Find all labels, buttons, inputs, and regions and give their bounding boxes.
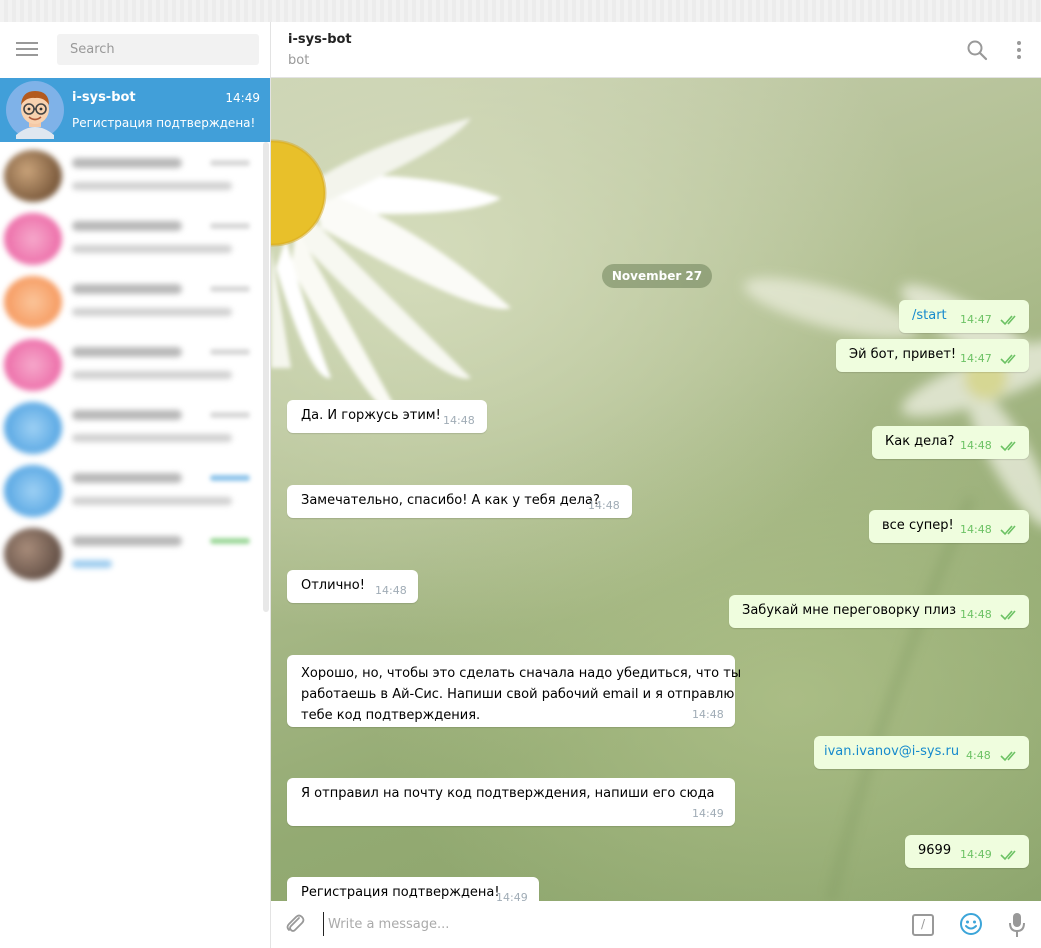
hamburger-menu-icon[interactable] [16, 39, 38, 59]
blurred-chat-item[interactable] [0, 333, 262, 397]
window-top-strip [0, 0, 1041, 22]
message-line: Хорошо, но, чтобы это сделать сначала на… [301, 666, 742, 681]
blurred-chat-item[interactable] [0, 144, 262, 208]
search-icon[interactable] [966, 39, 988, 61]
message-text: все супер! [882, 518, 954, 533]
email-link[interactable]: ivan.ivanov@i-sys.ru [824, 744, 959, 759]
message-outgoing[interactable]: все супер! 14:48 [869, 510, 1029, 543]
message-time: 14:48 [375, 584, 407, 597]
chat-subtitle: bot [288, 53, 310, 68]
message-text: Я отправил на почту код подтверждения, н… [301, 786, 715, 801]
chat-item-preview: Регистрация подтверждена! [72, 116, 256, 130]
blurred-chat-item[interactable] [0, 207, 262, 271]
date-separator: November 27 [602, 264, 712, 288]
emoji-icon[interactable] [959, 912, 983, 936]
blurred-chat-item[interactable] [0, 459, 262, 523]
message-time: 14:49 [692, 807, 724, 820]
message-incoming[interactable]: Отлично! 14:48 [287, 570, 418, 603]
chat-list-sidebar: i-sys-bot 14:49 Регистрация подтверждена… [0, 22, 271, 948]
paperclip-icon[interactable] [283, 912, 307, 936]
message-outgoing[interactable]: 9699 14:49 [905, 835, 1029, 868]
blurred-chat-item[interactable] [0, 522, 262, 586]
message-outgoing[interactable]: /start 14:47 [899, 300, 1029, 333]
message-text: Да. И горжусь этим! [301, 408, 441, 423]
message-text: Эй бот, привет! [849, 347, 957, 362]
message-time: 14:48 [588, 499, 620, 512]
message-incoming[interactable]: Да. И горжусь этим! 14:48 [287, 400, 487, 433]
chat-item-i-sys-bot[interactable]: i-sys-bot 14:49 Регистрация подтверждена… [0, 78, 270, 142]
message-text: Регистрация подтверждена! [301, 885, 500, 900]
message-time: 14:49 [496, 891, 528, 901]
message-incoming[interactable]: Регистрация подтверждена! 14:49 [287, 877, 539, 901]
double-check-icon [1000, 751, 1016, 762]
telegram-window: i-sys-bot 14:49 Регистрация подтверждена… [0, 22, 1041, 948]
double-check-icon [1000, 354, 1016, 365]
message-outgoing[interactable]: Забукай мне переговорку плиз 14:48 [729, 595, 1029, 628]
message-time: 14:48 [960, 608, 992, 621]
message-time: 14:47 [960, 352, 992, 365]
double-check-icon [1000, 525, 1016, 536]
message-text: Отлично! [301, 578, 365, 593]
message-incoming[interactable]: Замечательно, спасибо! А как у тебя дела… [287, 485, 632, 518]
bot-avatar [6, 81, 64, 139]
message-incoming[interactable]: Хорошо, но, чтобы это сделать сначала на… [287, 655, 741, 727]
message-time: 14:47 [960, 313, 992, 326]
message-text-multiline: Хорошо, но, чтобы это сделать сначала на… [301, 663, 741, 726]
bot-commands-button[interactable]: / [912, 914, 934, 936]
message-time: 14:49 [960, 848, 992, 861]
message-composer: / [271, 901, 1041, 948]
message-text: Забукай мне переговорку плиз [742, 603, 957, 618]
message-outgoing[interactable]: Эй бот, привет! 14:47 [836, 339, 1029, 372]
blurred-chat-item[interactable] [0, 270, 262, 334]
double-check-icon [1000, 850, 1016, 861]
message-incoming[interactable]: Я отправил на почту код подтверждения, н… [287, 778, 735, 826]
message-time: 14:48 [960, 523, 992, 536]
chat-panel: i-sys-bot bot November 27 /start 14:47 Э… [271, 22, 1041, 948]
message-area[interactable]: November 27 /start 14:47 Эй бот, привет!… [271, 78, 1041, 901]
double-check-icon [1000, 441, 1016, 452]
chat-header: i-sys-bot bot [271, 22, 1041, 78]
message-input[interactable] [323, 912, 883, 936]
double-check-icon [1000, 610, 1016, 621]
message-text: 9699 [918, 843, 952, 858]
message-outgoing[interactable]: ivan.ivanov@i-sys.ru 4:48 [814, 736, 1029, 769]
message-time: 14:48 [960, 439, 992, 452]
message-time: 4:48 [966, 749, 991, 762]
message-outgoing[interactable]: Как дела? 14:48 [872, 426, 1029, 459]
chat-item-name: i-sys-bot [72, 90, 136, 105]
sidebar-header [0, 22, 270, 78]
search-input[interactable] [57, 34, 259, 65]
double-check-icon [1000, 315, 1016, 326]
message-text: Замечательно, спасибо! А как у тебя дела… [301, 493, 600, 508]
message-time: 14:48 [692, 708, 724, 721]
blurred-chat-item[interactable] [0, 396, 262, 460]
chat-item-time: 14:49 [225, 91, 260, 105]
message-time: 14:48 [443, 414, 475, 427]
chat-title[interactable]: i-sys-bot [288, 32, 352, 47]
message-line: работаешь в Ай-Сис. Напиши свой рабочий … [301, 687, 735, 702]
more-options-icon[interactable] [1013, 39, 1025, 61]
sidebar-scrollbar[interactable] [263, 142, 269, 612]
message-line: тебе код подтверждения. [301, 708, 481, 723]
microphone-icon[interactable] [1009, 912, 1025, 938]
bot-command-link[interactable]: /start [912, 308, 947, 323]
message-text: Как дела? [885, 434, 955, 449]
